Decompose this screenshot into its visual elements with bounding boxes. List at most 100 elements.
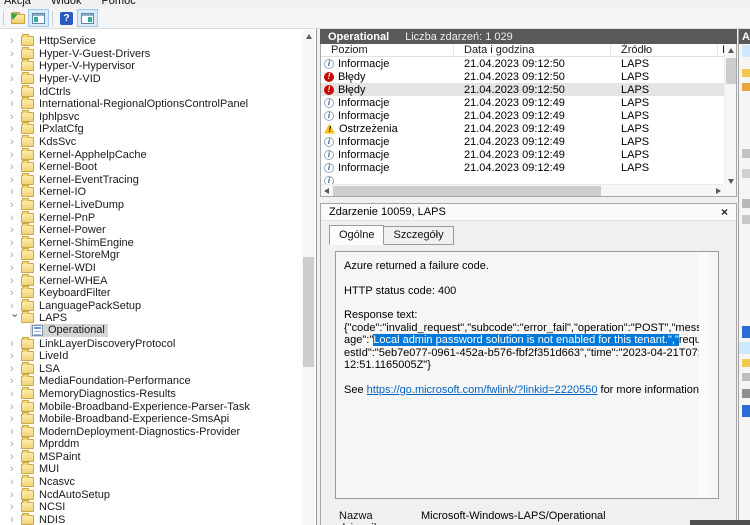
- event-message-box[interactable]: Azure returned a failure code. HTTP stat…: [335, 251, 719, 499]
- events-vertical-scrollbar[interactable]: [724, 44, 736, 184]
- tree-item[interactable]: KeyboardFilter: [0, 287, 316, 300]
- tree-item[interactable]: Kernel-EventTracing: [0, 174, 316, 187]
- show-action-pane-button[interactable]: [77, 9, 98, 27]
- chevron-right-icon[interactable]: [10, 99, 21, 109]
- event-row[interactable]: Informacje 21.04.2023 09:12:49 LAPS: [321, 161, 736, 174]
- tree-item[interactable]: Kernel-StoreMgr: [0, 249, 316, 262]
- chevron-right-icon[interactable]: [10, 36, 21, 46]
- tree-item-laps[interactable]: LAPS: [0, 312, 316, 325]
- chevron-right-icon[interactable]: [10, 61, 21, 71]
- chevron-right-icon[interactable]: [10, 339, 21, 349]
- chevron-right-icon[interactable]: [10, 402, 21, 412]
- chevron-right-icon[interactable]: [10, 263, 21, 273]
- tree-scrollbar[interactable]: [302, 30, 315, 525]
- chevron-right-icon[interactable]: [10, 187, 21, 197]
- tree-item[interactable]: ModernDeployment-Diagnostics-Provider: [0, 425, 316, 438]
- tree-item[interactable]: MemoryDiagnostics-Results: [0, 388, 316, 401]
- tree-item[interactable]: Kernel-WHEA: [0, 274, 316, 287]
- scrollbar-thumb[interactable]: [303, 257, 314, 367]
- tree-item[interactable]: LiveId: [0, 350, 316, 363]
- tree-item[interactable]: Kernel-Power: [0, 224, 316, 237]
- chevron-right-icon[interactable]: [10, 414, 21, 424]
- export-folder-button[interactable]: [7, 9, 28, 27]
- chevron-right-icon[interactable]: [10, 477, 21, 487]
- chevron-right-icon[interactable]: [10, 301, 21, 311]
- event-row[interactable]: Błędy 21.04.2023 09:12:50 LAPS: [321, 70, 736, 83]
- chevron-right-icon[interactable]: [10, 515, 21, 525]
- tree-item[interactable]: MUI: [0, 463, 316, 476]
- tree-item[interactable]: Kernel-Boot: [0, 161, 316, 174]
- chevron-right-icon[interactable]: [10, 200, 21, 210]
- scrollbar-thumb[interactable]: [726, 58, 736, 84]
- tree-item[interactable]: HttpService: [0, 35, 316, 48]
- tree-item[interactable]: KdsSvc: [0, 136, 316, 149]
- tree-item[interactable]: Kernel-LiveDump: [0, 199, 316, 212]
- tree-item[interactable]: LSA: [0, 362, 316, 375]
- tree-item[interactable]: Kernel-ShimEngine: [0, 237, 316, 250]
- chevron-right-icon[interactable]: [10, 351, 21, 361]
- chevron-right-icon[interactable]: [10, 288, 21, 298]
- tab-details[interactable]: Szczegóły: [384, 226, 453, 245]
- menu-pomoc[interactable]: Pomoc: [101, 0, 135, 7]
- chevron-right-icon[interactable]: [10, 137, 21, 147]
- column-level[interactable]: Poziom: [321, 44, 454, 56]
- chevron-right-icon[interactable]: [10, 427, 21, 437]
- chevron-right-icon[interactable]: [10, 250, 21, 260]
- event-row[interactable]: Informacje 21.04.2023 09:12:49 LAPS: [321, 148, 736, 161]
- tree-item[interactable]: Kernel-ApphelpCache: [0, 148, 316, 161]
- close-icon[interactable]: ×: [721, 205, 728, 219]
- chevron-right-icon[interactable]: [10, 439, 21, 449]
- chevron-right-icon[interactable]: [10, 502, 21, 512]
- scroll-up-icon[interactable]: [306, 34, 312, 39]
- chevron-right-icon[interactable]: [10, 276, 21, 286]
- show-console-tree-button[interactable]: [28, 9, 49, 27]
- event-row[interactable]: Informacje 21.04.2023 09:12:49 LAPS: [321, 96, 736, 109]
- chevron-right-icon[interactable]: [10, 452, 21, 462]
- chevron-right-icon[interactable]: [10, 150, 21, 160]
- chevron-right-icon[interactable]: [10, 124, 21, 134]
- tree-item[interactable]: International-RegionalOptionsControlPane…: [0, 98, 316, 111]
- tree-item[interactable]: NDIS: [0, 514, 316, 525]
- menu-widok[interactable]: Widok: [51, 0, 82, 7]
- event-row[interactable]: Informacje 21.04.2023 09:12:49 LAPS: [321, 109, 736, 122]
- tree-item[interactable]: Kernel-PnP: [0, 211, 316, 224]
- tree-item[interactable]: Mobile-Broadband-Experience-SmsApi: [0, 413, 316, 426]
- chevron-right-icon[interactable]: [10, 389, 21, 399]
- event-row[interactable]: Ostrzeżenia 21.04.2023 09:12:49 LAPS: [321, 122, 736, 135]
- scroll-left-icon[interactable]: [324, 188, 329, 194]
- tree-item[interactable]: Hyper-V-VID: [0, 73, 316, 86]
- event-row[interactable]: Informacje 21.04.2023 09:12:49 LAPS: [321, 135, 736, 148]
- tree-item[interactable]: MediaFoundation-Performance: [0, 375, 316, 388]
- chevron-right-icon[interactable]: [10, 225, 21, 235]
- chevron-down-icon[interactable]: [9, 314, 19, 325]
- fwlink[interactable]: https://go.microsoft.com/fwlink/?linkid=…: [367, 384, 598, 396]
- chevron-right-icon[interactable]: [10, 213, 21, 223]
- scroll-right-icon[interactable]: [716, 188, 721, 194]
- tree-item[interactable]: LinkLayerDiscoveryProtocol: [0, 337, 316, 350]
- event-row-selected[interactable]: Błędy 21.04.2023 09:12:50 LAPS: [321, 83, 736, 96]
- scrollbar-thumb[interactable]: [333, 186, 601, 196]
- tree-item[interactable]: Mobile-Broadband-Experience-Parser-Task: [0, 400, 316, 413]
- events-horizontal-scrollbar[interactable]: [321, 184, 724, 196]
- chevron-right-icon[interactable]: [10, 464, 21, 474]
- chevron-right-icon[interactable]: [10, 162, 21, 172]
- chevron-right-icon[interactable]: [10, 364, 21, 374]
- chevron-right-icon[interactable]: [10, 49, 21, 59]
- actions-pane-clipped[interactable]: Akcje: [738, 29, 750, 525]
- tree-item[interactable]: MSPaint: [0, 451, 316, 464]
- tree-item[interactable]: NcdAutoSetup: [0, 488, 316, 501]
- chevron-right-icon[interactable]: [10, 175, 21, 185]
- tree-item[interactable]: Mprddm: [0, 438, 316, 451]
- tree-item[interactable]: Hyper-V-Hypervisor: [0, 60, 316, 73]
- event-row[interactable]: Informacje 21.04.2023 09:12:50 LAPS: [321, 57, 736, 70]
- tree-item[interactable]: Iphlpsvc: [0, 111, 316, 124]
- column-datetime[interactable]: Data i godzina: [454, 44, 611, 56]
- chevron-right-icon[interactable]: [10, 376, 21, 386]
- tree-item[interactable]: LanguagePackSetup: [0, 299, 316, 312]
- scroll-up-icon[interactable]: [728, 48, 734, 53]
- tree-item[interactable]: Hyper-V-Guest-Drivers: [0, 48, 316, 61]
- tree-item[interactable]: Kernel-WDI: [0, 262, 316, 275]
- chevron-right-icon[interactable]: [10, 87, 21, 97]
- tree-item[interactable]: NCSI: [0, 501, 316, 514]
- tree-item-operational-selected[interactable]: Operational: [0, 325, 316, 338]
